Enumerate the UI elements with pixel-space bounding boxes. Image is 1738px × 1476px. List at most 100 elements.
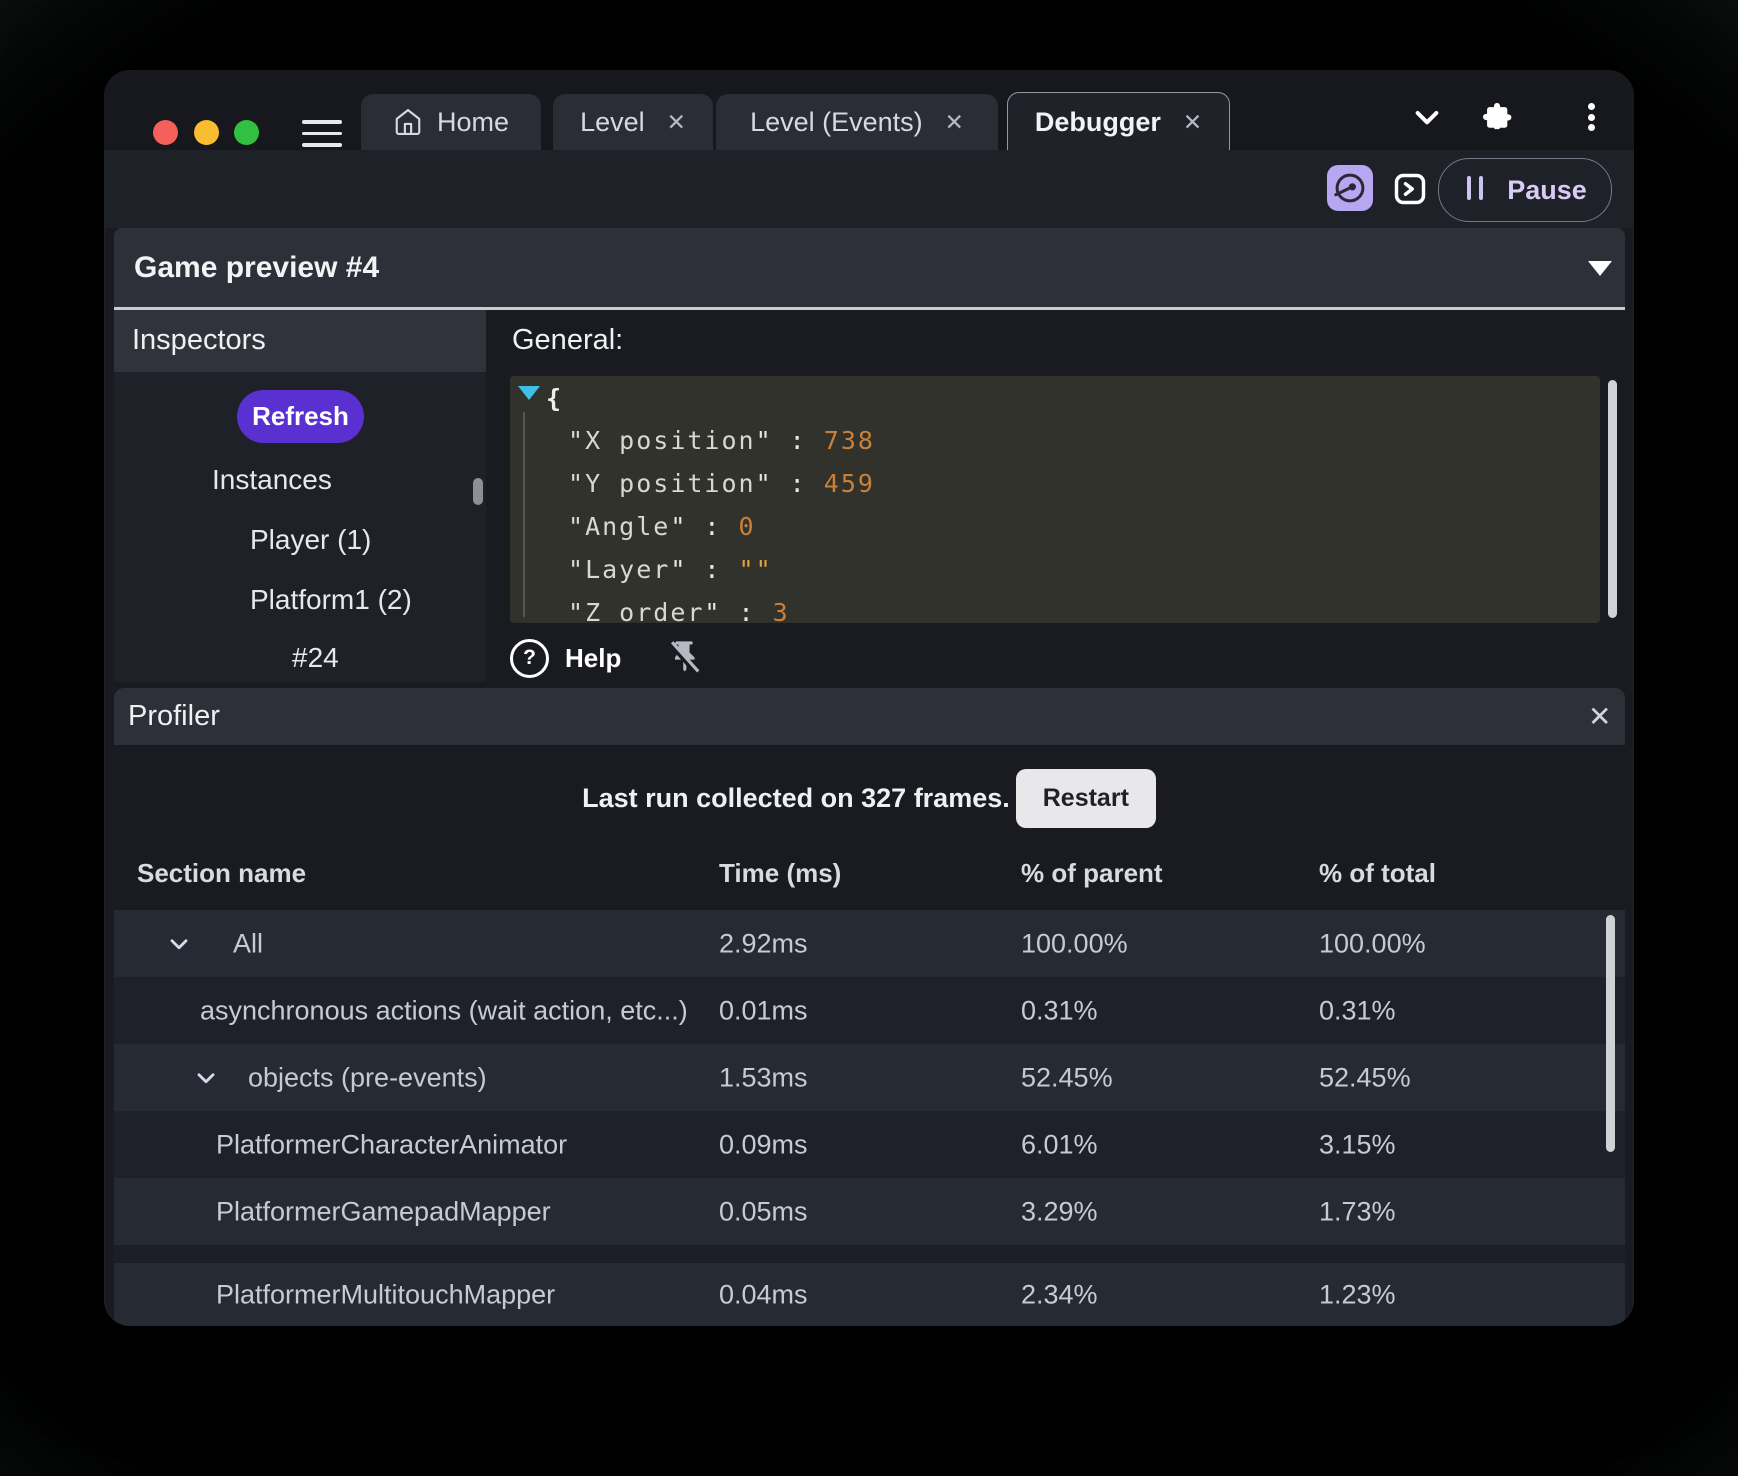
json-line: X position738 <box>568 426 875 455</box>
table-row[interactable]: objects (pre-events) 1.53ms 52.45% 52.45… <box>114 1044 1625 1111</box>
extensions-button[interactable] <box>1480 100 1514 134</box>
table-row[interactable]: PlatformerCharacterAnimator 0.09ms 6.01%… <box>114 1111 1625 1178</box>
help-icon[interactable]: ? <box>510 638 549 678</box>
app-window: Home Level ✕ Level (Events) ✕ Debugger ✕ <box>104 70 1634 1326</box>
main-menu-button[interactable] <box>302 120 342 150</box>
tab-level-events[interactable]: Level (Events) ✕ <box>716 94 998 150</box>
row-percent-of-parent: 100.00% <box>1021 928 1128 958</box>
row-time: 0.04ms <box>719 1279 808 1309</box>
table-row[interactable]: PlatformerGamepadMapper 0.05ms 3.29% 1.7… <box>114 1178 1625 1245</box>
tab-debugger[interactable]: Debugger ✕ <box>1007 92 1230 151</box>
puzzle-icon <box>1480 100 1514 134</box>
json-open-brace: { <box>546 384 564 413</box>
row-percent-of-total: 1.23% <box>1319 1279 1396 1309</box>
close-icon[interactable]: ✕ <box>945 109 964 136</box>
inspectors-panel: Refresh Instances Player (1) Platform1 (… <box>114 372 486 682</box>
game-preview-title: Game preview #4 <box>134 250 380 284</box>
table-row[interactable]: asynchronous actions (wait action, etc..… <box>114 977 1625 1044</box>
tree-item-platform1[interactable]: Platform1 (2) <box>250 584 412 616</box>
overflow-menu-button[interactable] <box>1574 100 1608 134</box>
json-key: Z order <box>568 598 773 622</box>
inspector-footer: ? Help <box>510 638 703 678</box>
inspectors-title: Inspectors <box>132 324 266 356</box>
row-time: 0.05ms <box>719 1196 808 1226</box>
pause-icon <box>1463 175 1487 205</box>
tab-label: Home <box>436 106 510 137</box>
collapse-triangle-icon[interactable] <box>1588 261 1612 276</box>
inspectors-header: Inspectors <box>114 310 486 372</box>
tab-home[interactable]: Home <box>361 94 541 150</box>
json-tree-guide <box>523 412 525 617</box>
tree-item-instance-24[interactable]: #24 <box>292 642 339 674</box>
json-key: Angle <box>568 512 739 541</box>
close-icon[interactable]: ✕ <box>1588 700 1611 733</box>
row-percent-of-parent: 6.01% <box>1021 1129 1098 1159</box>
row-percent-of-parent: 2.34% <box>1021 1279 1098 1309</box>
expand-triangle-icon[interactable] <box>518 386 540 400</box>
traffic-light-minimize-button[interactable] <box>194 120 219 145</box>
json-key: Y position <box>568 469 824 498</box>
json-viewer: { X position738 Y position459 Angle0 Lay… <box>510 376 1600 623</box>
json-value: 459 <box>823 469 875 498</box>
row-percent-of-parent: 3.29% <box>1021 1196 1098 1226</box>
json-value: "" <box>738 555 773 584</box>
json-key: X position <box>568 426 824 455</box>
general-scrollbar-thumb[interactable] <box>1608 380 1617 618</box>
chevron-down-icon[interactable] <box>166 931 192 957</box>
help-button[interactable]: Help <box>565 643 621 674</box>
pause-button-label: Pause <box>1507 174 1587 205</box>
column-time: Time (ms) <box>719 858 842 888</box>
row-section-name: PlatformerMultitouchMapper <box>216 1279 556 1309</box>
tab-label: Debugger <box>1034 106 1161 137</box>
refresh-button[interactable]: Refresh <box>237 390 364 443</box>
traffic-light-close-button[interactable] <box>153 120 178 145</box>
tree-item-instances[interactable]: Instances <box>212 464 332 496</box>
row-percent-of-parent: 0.31% <box>1021 995 1098 1025</box>
profiler-status-row: Last run collected on 327 frames. Restar… <box>104 768 1634 828</box>
tab-list-chevron-button[interactable] <box>1410 100 1444 134</box>
unpin-button[interactable] <box>665 639 703 677</box>
row-percent-of-total: 52.45% <box>1319 1062 1411 1092</box>
close-icon[interactable]: ✕ <box>1183 109 1202 136</box>
tab-label: Level <box>580 106 645 137</box>
profiler-status-text: Last run collected on 327 frames. <box>582 782 1010 813</box>
column-section-name: Section name <box>137 858 307 888</box>
profiler-table: All 2.92ms 100.00% 100.00% asynchronous … <box>114 910 1625 1326</box>
chevron-down-icon[interactable] <box>193 1065 219 1091</box>
tab-level[interactable]: Level ✕ <box>553 94 713 150</box>
table-row[interactable]: All 2.92ms 100.00% 100.00% <box>114 910 1625 977</box>
column-percent-of-total: % of total <box>1319 858 1436 888</box>
json-key: Layer <box>568 555 739 584</box>
tab-bar: Home Level ✕ Level (Events) ✕ Debugger ✕ <box>104 70 1634 151</box>
row-section-name: asynchronous actions (wait action, etc..… <box>200 995 688 1025</box>
profiler-header: Profiler ✕ <box>114 688 1625 745</box>
json-line: Angle0 <box>568 512 756 541</box>
inspectors-scrollbar-thumb[interactable] <box>473 478 483 505</box>
console-button[interactable] <box>1392 171 1428 207</box>
game-preview-header[interactable]: Game preview #4 <box>114 228 1625 307</box>
gauge-icon <box>1332 170 1368 206</box>
row-section-name: objects (pre-events) <box>248 1062 487 1092</box>
row-percent-of-total: 3.15% <box>1319 1129 1396 1159</box>
row-time: 2.92ms <box>719 928 808 958</box>
kebab-icon <box>1587 100 1595 135</box>
pause-button[interactable]: Pause <box>1438 158 1612 222</box>
json-value: 0 <box>738 512 756 541</box>
profiler-title: Profiler <box>128 700 220 732</box>
json-value: 738 <box>823 426 875 455</box>
profiler-scrollbar-thumb[interactable] <box>1606 915 1615 1152</box>
column-percent-of-parent: % of parent <box>1021 858 1163 888</box>
table-row[interactable]: PlatformerMultitouchMapper 0.04ms 2.34% … <box>114 1245 1625 1326</box>
profiler-toggle-button[interactable] <box>1327 165 1373 211</box>
close-icon[interactable]: ✕ <box>667 109 686 136</box>
json-line: Z order3 <box>568 598 790 622</box>
row-section-name: PlatformerGamepadMapper <box>216 1196 551 1226</box>
row-percent-of-total: 100.00% <box>1319 928 1426 958</box>
debugger-toolbar: Pause <box>104 150 1634 228</box>
row-time: 1.53ms <box>719 1062 808 1092</box>
tree-item-player[interactable]: Player (1) <box>250 524 371 556</box>
traffic-light-zoom-button[interactable] <box>234 120 259 145</box>
row-section-name: PlatformerCharacterAnimator <box>216 1129 568 1159</box>
restart-button[interactable]: Restart <box>1015 768 1156 828</box>
general-title: General: <box>512 324 624 356</box>
